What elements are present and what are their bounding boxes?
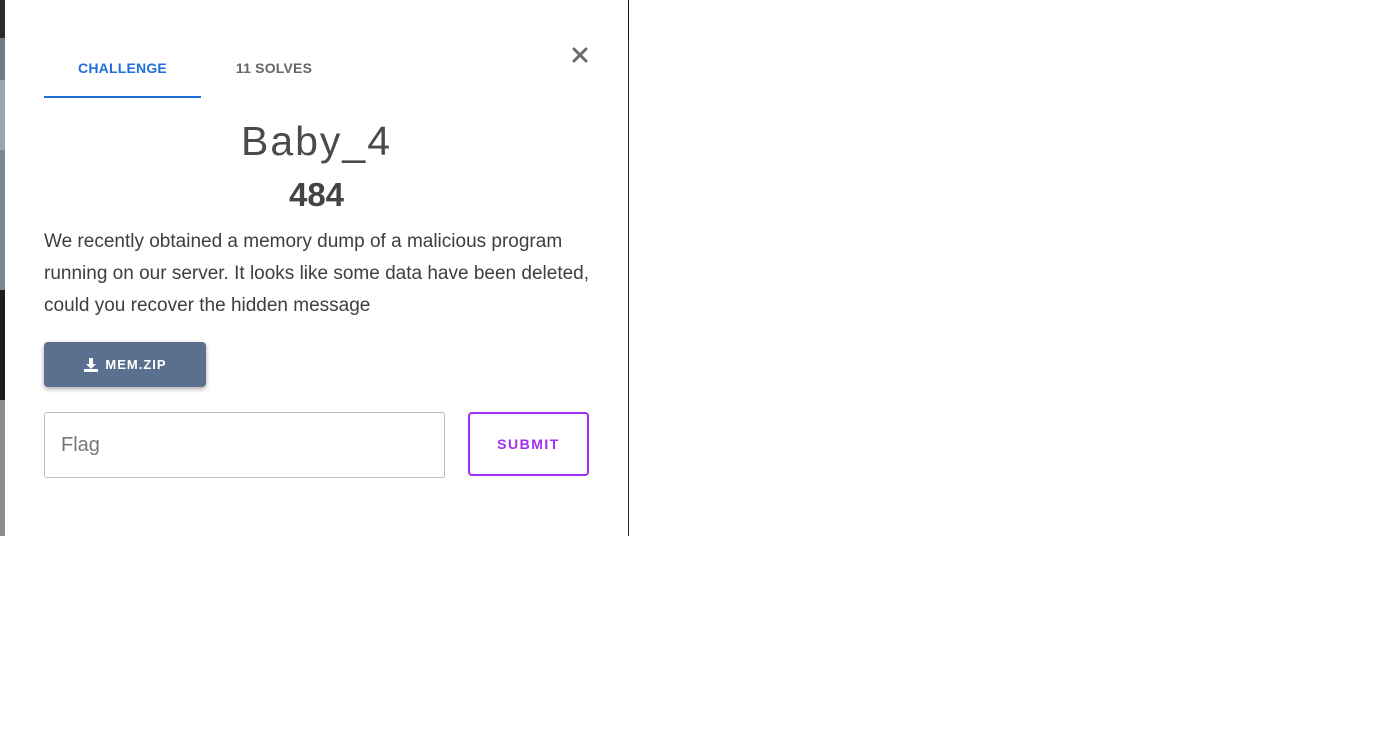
tab-solves[interactable]: 11 SOLVES (201, 40, 347, 96)
close-icon (572, 47, 588, 63)
close-button[interactable] (567, 42, 593, 68)
challenge-points: 484 (288, 176, 345, 213)
submit-button[interactable]: SUBMIT (468, 412, 589, 476)
challenge-description: We recently obtained a memory dump of a … (44, 231, 590, 316)
modal-tabs: CHALLENGE 11 SOLVES (44, 40, 347, 98)
challenge-title: Baby_4 (240, 118, 393, 164)
page: CHALLENGE 11 SOLVES Baby_4 484 We recent… (0, 0, 1375, 732)
flag-input[interactable] (44, 412, 445, 478)
download-file-label: MEM.ZIP (105, 357, 167, 372)
challenge-modal: CHALLENGE 11 SOLVES Baby_4 484 We recent… (5, 0, 629, 536)
tab-challenge[interactable]: CHALLENGE (44, 40, 201, 98)
download-file-button[interactable]: MEM.ZIP (44, 342, 206, 387)
modal-edge (628, 0, 629, 38)
download-icon (83, 357, 99, 373)
